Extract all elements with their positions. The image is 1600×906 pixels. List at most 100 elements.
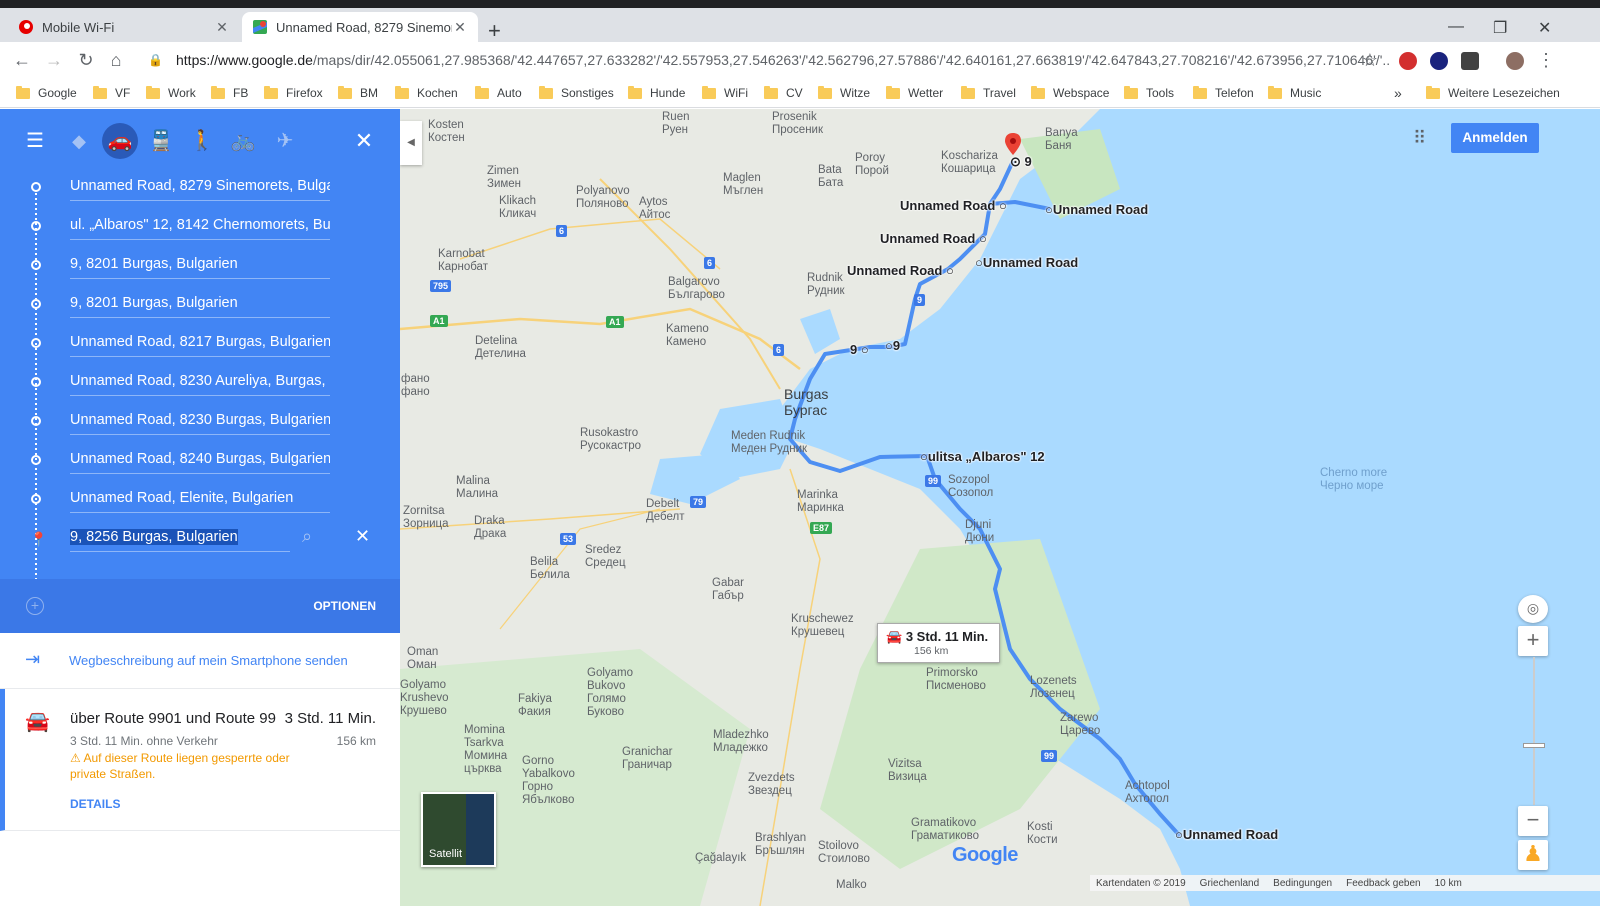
waypoint-input-1[interactable]: Unnamed Road, 8279 Sinemorets, Bulgarien (70, 175, 330, 201)
bookmark-wetter[interactable]: Wetter (886, 83, 943, 103)
bookmark-firefox[interactable]: Firefox (264, 83, 323, 103)
waypoint-input-9[interactable]: Unnamed Road, Elenite, Bulgarien (70, 487, 330, 513)
tab-mobile-wifi[interactable]: Mobile Wi-Fi ✕ (8, 12, 240, 42)
feedback-link[interactable]: Feedback geben (1346, 878, 1421, 889)
address-bar[interactable]: 🔒 https://www.google.de/maps/dir/42.0550… (140, 45, 1390, 75)
bookmark-webspace[interactable]: Webspace (1031, 83, 1109, 103)
place-label: Momina Tsarkva Момина църква (464, 724, 508, 775)
apps-grid-icon[interactable]: ⠿ (1413, 128, 1426, 149)
bookmark-sonstiges[interactable]: Sonstiges (539, 83, 614, 103)
cycling-mode-icon[interactable]: 🚲 (229, 127, 257, 155)
bookmark-hunde[interactable]: Hunde (628, 83, 685, 103)
collapse-panel-button[interactable]: ◀ (400, 121, 422, 165)
place-label: Klikach Кликач (499, 195, 537, 220)
bookmark-auto[interactable]: Auto (475, 83, 522, 103)
screenshot-extension-icon[interactable] (1461, 52, 1479, 70)
signin-button[interactable]: Anmelden (1451, 123, 1539, 153)
car-mode-icon[interactable]: 🚗 (102, 123, 138, 159)
menu-dots-icon[interactable]: ⋮ (1534, 48, 1558, 72)
folder-icon (1268, 85, 1282, 99)
satellite-toggle[interactable]: Satellit (421, 792, 496, 867)
remove-waypoint-icon[interactable]: ✕ (355, 526, 370, 547)
sea-label: Cherno more Черно море (1320, 467, 1388, 492)
tab-google-maps[interactable]: Unnamed Road, 8279 Sinemorets ✕ (242, 12, 478, 42)
home-icon[interactable]: ⌂ (104, 48, 128, 72)
tab-bar: Mobile Wi-Fi ✕ Unnamed Road, 8279 Sinemo… (0, 8, 1600, 42)
waypoint-dot-icon (31, 494, 41, 504)
pegman-icon[interactable]: ♟ (1518, 840, 1548, 870)
zoom-slider-track[interactable] (1533, 657, 1535, 805)
waypoint-input-6[interactable]: Unnamed Road, 8230 Aureliya, Burgas, Bul… (70, 370, 330, 396)
close-tab-icon[interactable]: ✕ (214, 19, 230, 36)
waypoint-dot-icon (31, 182, 41, 192)
bookmark-tools[interactable]: Tools (1124, 83, 1174, 103)
waypoint-input-7[interactable]: Unnamed Road, 8230 Burgas, Bulgarien (70, 409, 330, 435)
scale-bar[interactable]: 10 km (1435, 878, 1462, 889)
folder-icon (1031, 85, 1045, 99)
place-label: Achtopol Ахтопол (1125, 780, 1170, 805)
bookmark-fb[interactable]: FB (211, 83, 248, 103)
bookmark-witze[interactable]: Witze (818, 83, 870, 103)
my-location-icon[interactable]: ◎ (1518, 595, 1548, 623)
flight-mode-icon[interactable]: ✈ (271, 127, 299, 155)
bookmark-star-icon[interactable]: ☆ (1358, 48, 1382, 72)
back-icon[interactable]: ← (10, 48, 34, 72)
place-label: Rusokastro Русокастро (580, 427, 642, 452)
new-tab-button[interactable]: + (488, 20, 501, 42)
bookmark-wifi[interactable]: WiFi (702, 83, 748, 103)
profile-avatar[interactable] (1506, 52, 1524, 70)
walking-mode-icon[interactable]: 🚶 (188, 127, 216, 155)
close-directions-icon[interactable]: ✕ (350, 127, 378, 155)
folder-icon (211, 85, 225, 99)
menu-icon[interactable]: ☰ (21, 127, 49, 155)
waypoint-input-5[interactable]: Unnamed Road, 8217 Burgas, Bulgarien (70, 331, 330, 357)
transit-mode-icon[interactable]: 🚆 (147, 127, 175, 155)
waypoint-input-4[interactable]: 9, 8201 Burgas, Bulgarien (70, 292, 330, 318)
restore-icon[interactable]: ❐ (1493, 18, 1507, 38)
search-icon[interactable]: ⌕ (302, 526, 312, 547)
reload-icon[interactable]: ↻ (74, 48, 98, 72)
bookmark-travel[interactable]: Travel (961, 83, 1016, 103)
place-label: Mladezhko Младежко (713, 729, 769, 754)
bookmark-cv[interactable]: CV (764, 83, 803, 103)
minimize-icon[interactable]: — (1448, 18, 1464, 36)
add-destination-icon[interactable]: + (26, 597, 44, 615)
bookmark-bm[interactable]: BM (338, 83, 378, 103)
bookmark-google[interactable]: Google (16, 83, 77, 103)
car-icon: 🚘 (25, 711, 50, 733)
bookmark-music[interactable]: Music (1268, 83, 1321, 103)
place-label: Sredez Средец (585, 544, 626, 569)
extension-icon[interactable] (1430, 52, 1448, 70)
route-distance: 156 km (336, 734, 376, 748)
waypoint-input-destination[interactable]: 9, 8256 Burgas, Bulgarien (70, 526, 290, 552)
map-base (400, 109, 1600, 906)
bookmark-kochen[interactable]: Kochen (395, 83, 458, 103)
road-shield: 99 (1041, 750, 1058, 762)
waypoint-input-3[interactable]: 9, 8201 Burgas, Bulgarien (70, 253, 330, 279)
region-link[interactable]: Griechenland (1200, 878, 1259, 889)
place-label: Zimen Зимен (487, 165, 522, 190)
bookmark-other[interactable]: Weitere Lesezeichen (1426, 83, 1560, 103)
zoom-slider-handle[interactable] (1523, 743, 1545, 748)
options-button[interactable]: OPTIONEN (313, 599, 376, 613)
close-window-icon[interactable]: ✕ (1538, 18, 1551, 38)
bookmarks-overflow-chevron[interactable]: » (1394, 83, 1402, 103)
bookmark-telefon[interactable]: Telefon (1193, 83, 1254, 103)
tab-title: Unnamed Road, 8279 Sinemorets (276, 19, 452, 35)
bookmark-work[interactable]: Work (146, 83, 196, 103)
waypoint-input-2[interactable]: ul. „Albaros" 12, 8142 Chernomorets, Bul… (70, 214, 330, 240)
zoom-in-button[interactable]: + (1518, 626, 1548, 656)
waypoint-input-8[interactable]: Unnamed Road, 8240 Burgas, Bulgarien (70, 448, 330, 474)
details-link[interactable]: DETAILS (70, 797, 120, 811)
zoom-out-button[interactable]: − (1518, 806, 1548, 836)
close-tab-icon[interactable]: ✕ (452, 19, 468, 36)
route-callout[interactable]: 🚘 3 Std. 11 Min. 156 km (877, 623, 1000, 663)
route-option[interactable]: 🚘 über Route 9901 und Route 99 3 Std. 11… (0, 689, 400, 831)
best-route-icon[interactable]: ◆ (65, 127, 93, 155)
send-to-phone-row[interactable]: ⇥ Wegbeschreibung auf mein Smartphone se… (0, 633, 400, 689)
terms-link[interactable]: Bedingungen (1273, 878, 1332, 889)
map-canvas[interactable]: Kosten Костен Ruen Руен Prosenik Просеник B… (400, 109, 1600, 906)
bookmark-vf[interactable]: VF (93, 83, 130, 103)
forward-icon[interactable]: → (42, 48, 66, 72)
adblock-icon[interactable] (1399, 52, 1417, 70)
